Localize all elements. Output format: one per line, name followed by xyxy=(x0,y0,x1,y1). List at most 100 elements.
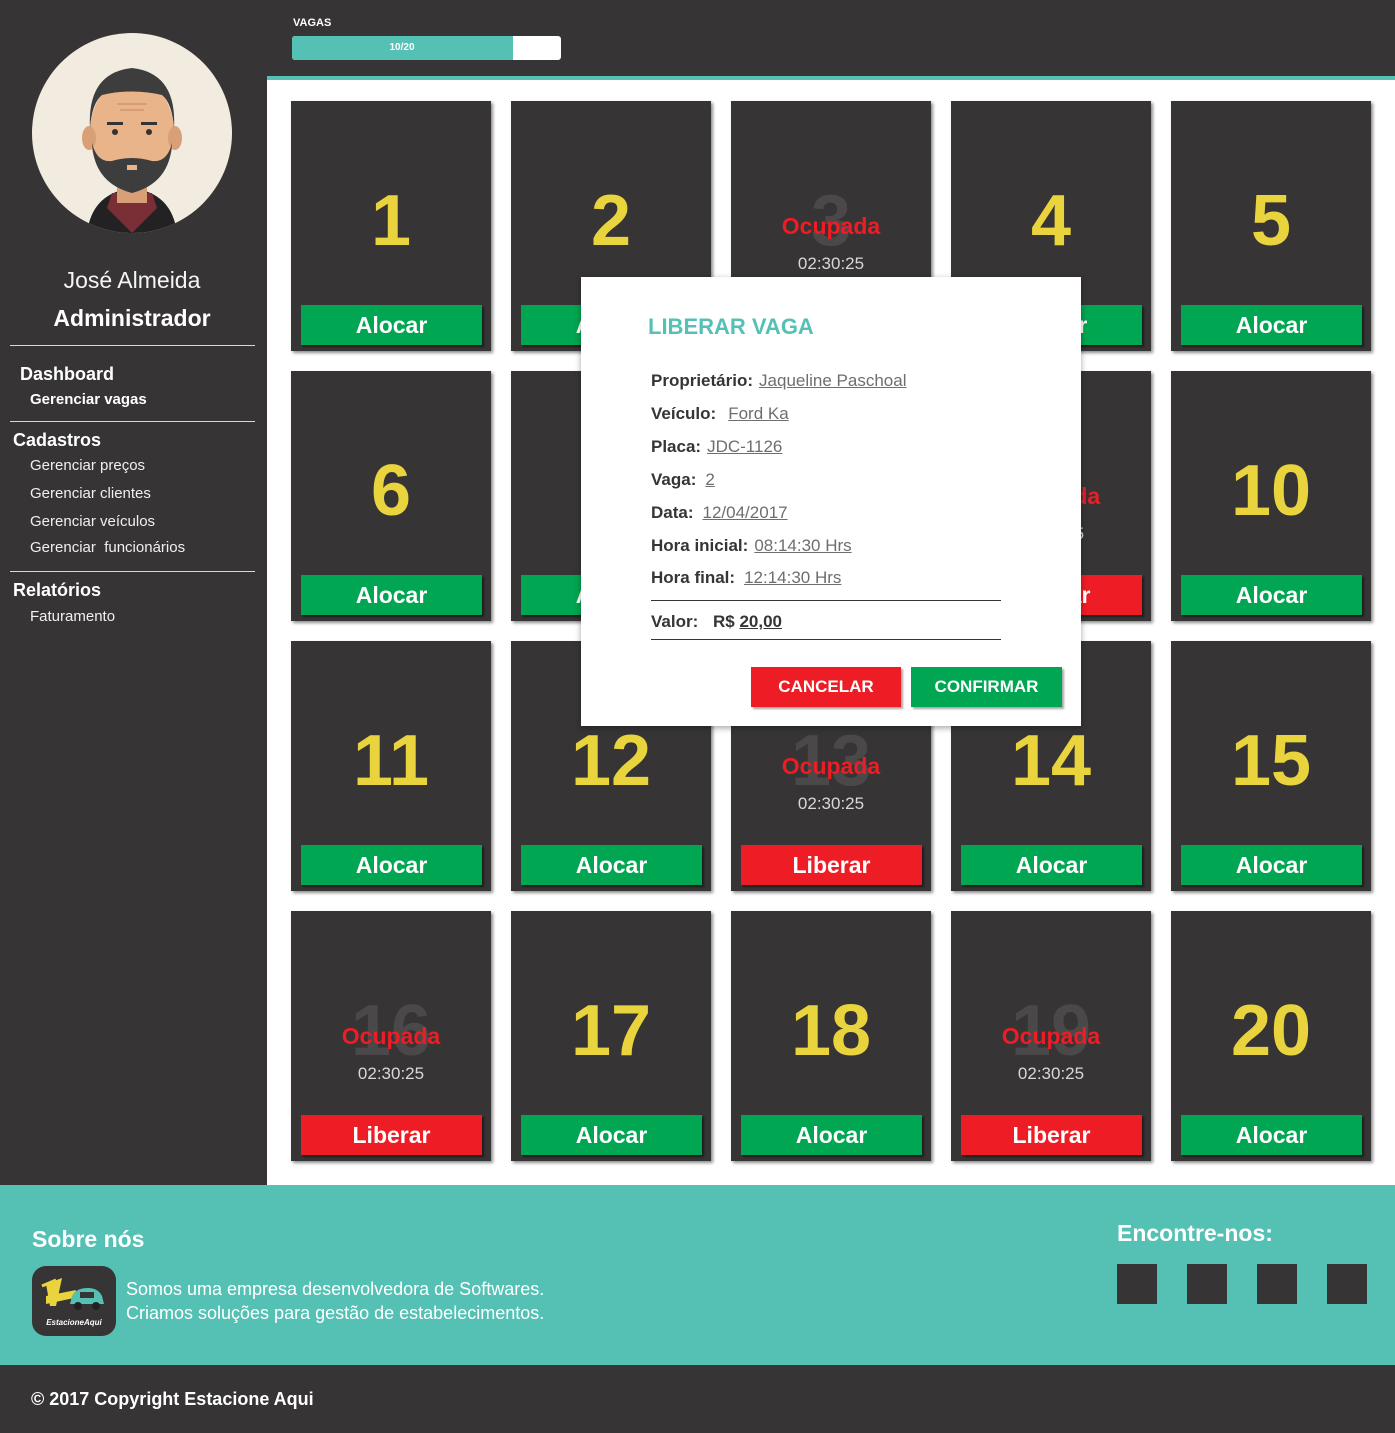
alocar-button[interactable]: Alocar xyxy=(1181,575,1362,615)
dialog-divider xyxy=(651,639,1001,640)
date-value[interactable]: 12/04/2017 xyxy=(703,503,788,522)
alocar-button[interactable]: Alocar xyxy=(521,1115,702,1155)
social-link-1[interactable] xyxy=(1117,1264,1157,1304)
parking-spot-card: 16 Ocupada 02:30:25 Liberar xyxy=(291,911,491,1161)
field-hora-final: Hora final: 12:14:30 Hrs xyxy=(651,568,841,588)
plate-value[interactable]: JDC-1126 xyxy=(707,437,782,456)
spot-elapsed-time: 02:30:25 xyxy=(357,1064,425,1083)
vehicle-value[interactable]: Ford Ka xyxy=(728,404,788,423)
spot-number: 17 xyxy=(570,991,652,1071)
liberar-vaga-dialog: LIBERAR VAGA Proprietário: Jaqueline Pasc… xyxy=(581,277,1081,726)
alocar-button[interactable]: Alocar xyxy=(961,845,1142,885)
sidebar-item-gerenciar-clientes[interactable]: Gerenciar clientes xyxy=(30,485,151,502)
alocar-button[interactable]: Alocar xyxy=(521,845,702,885)
vagas-progress-bar: 10/20 xyxy=(292,36,561,60)
alocar-button[interactable]: Alocar xyxy=(301,575,482,615)
nav-heading-dashboard[interactable]: Dashboard xyxy=(20,364,114,385)
field-label: Hora final: xyxy=(651,568,736,587)
spot-status: Ocupada xyxy=(341,1023,441,1049)
confirm-button[interactable]: CONFIRMAR xyxy=(911,667,1062,707)
alocar-button[interactable]: Alocar xyxy=(1181,305,1362,345)
currency-symbol: R$ xyxy=(712,612,735,631)
copyright-text: © 2017 Copyright Estacione Aqui xyxy=(31,1389,314,1409)
top-bar: VAGAS 10/20 xyxy=(267,0,1395,80)
parking-spot-card: 20 Alocar xyxy=(1171,911,1371,1161)
spot-number: 2 xyxy=(590,181,632,261)
spot-number: 11 xyxy=(352,721,430,801)
owner-value[interactable]: Jaqueline Paschoal xyxy=(759,371,906,390)
spot-number: 5 xyxy=(1250,181,1292,261)
parking-spot-card: 15 Alocar xyxy=(1171,641,1371,891)
find-us-title: Encontre-nos: xyxy=(1117,1220,1273,1246)
field-valor: Valor: R$ 20,00 xyxy=(651,612,782,632)
field-data: Data: 12/04/2017 xyxy=(651,503,788,523)
dialog-divider xyxy=(651,600,1001,601)
nav-heading-relatorios: Relatórios xyxy=(13,580,102,600)
liberar-button[interactable]: Liberar xyxy=(301,1115,482,1155)
spot-number: 12 xyxy=(570,721,652,801)
vagas-label: VAGAS xyxy=(293,17,332,29)
sidebar-item-gerenciar-vagas[interactable]: Gerenciar vagas xyxy=(30,391,147,408)
parking-spot-card: 6 Alocar xyxy=(291,371,491,621)
field-proprietario: Proprietário: Jaqueline Paschoal xyxy=(651,371,906,391)
user-name: José Almeida xyxy=(63,267,201,293)
about-title: Sobre nós xyxy=(32,1226,145,1252)
value-label: Valor: xyxy=(651,612,699,631)
spot-value[interactable]: 2 xyxy=(705,470,714,489)
parking-spot-card: 5 Alocar xyxy=(1171,101,1371,351)
sidebar-item-gerenciar-precos[interactable]: Gerenciar preços xyxy=(30,457,145,474)
spot-number: 4 xyxy=(1030,181,1072,261)
parking-spot-card: 19 Ocupada 02:30:25 Liberar xyxy=(951,911,1151,1161)
social-link-4[interactable] xyxy=(1327,1264,1367,1304)
vagas-progress-text: 10/20 xyxy=(389,42,415,53)
dialog-title: LIBERAR VAGA xyxy=(648,314,814,339)
value-amount: 20,00 xyxy=(739,612,782,631)
alocar-button[interactable]: Alocar xyxy=(1181,845,1362,885)
sidebar-item-gerenciar-funcionarios[interactable]: Gerenciar funcionários xyxy=(30,539,185,556)
user-role: Administrador xyxy=(53,305,211,331)
spot-elapsed-time: 02:30:25 xyxy=(797,794,865,813)
field-hora-inicial: Hora inicial: 08:14:30 Hrs xyxy=(651,536,852,556)
alocar-button[interactable]: Alocar xyxy=(301,305,482,345)
alocar-button[interactable]: Alocar xyxy=(1181,1115,1362,1155)
footer: Sobre nós EstacioneAqui Somos uma empres… xyxy=(0,1185,1395,1365)
spot-status: Ocupada xyxy=(781,753,881,779)
company-logo: EstacioneAqui xyxy=(32,1266,116,1336)
liberar-button[interactable]: Liberar xyxy=(961,1115,1142,1155)
user-avatar xyxy=(32,33,232,233)
spot-number: 1 xyxy=(370,181,412,261)
spot-status: Ocupada xyxy=(1001,1023,1101,1049)
field-label: Data: xyxy=(651,503,694,522)
sidebar-item-faturamento[interactable]: Faturamento xyxy=(30,608,115,625)
end-time-value[interactable]: 12:14:30 Hrs xyxy=(744,568,841,587)
social-link-3[interactable] xyxy=(1257,1264,1297,1304)
parking-spot-card: 11 Alocar xyxy=(291,641,491,891)
start-time-value[interactable]: 08:14:30 Hrs xyxy=(754,536,851,555)
alocar-button[interactable]: Alocar xyxy=(301,845,482,885)
cancel-button[interactable]: CANCELAR xyxy=(751,667,901,707)
parking-spot-card: 1 Alocar xyxy=(291,101,491,351)
parking-spot-card: 10 Alocar xyxy=(1171,371,1371,621)
social-link-2[interactable] xyxy=(1187,1264,1227,1304)
logo-text: EstacioneAqui xyxy=(46,1318,102,1327)
spot-number: 20 xyxy=(1230,991,1312,1071)
spot-number: 18 xyxy=(790,991,872,1071)
spot-number: 10 xyxy=(1230,451,1312,531)
sidebar-divider xyxy=(10,571,255,572)
field-label: Veículo: xyxy=(651,404,717,423)
spot-number: 6 xyxy=(370,451,412,531)
about-line-1: Somos uma empresa desenvolvedora de Soft… xyxy=(126,1279,545,1299)
field-vaga: Vaga: 2 xyxy=(651,470,715,490)
spot-elapsed-time: 02:30:25 xyxy=(1017,1064,1085,1083)
field-label: Vaga: xyxy=(651,470,697,489)
sidebar-divider xyxy=(10,421,255,422)
sidebar-divider xyxy=(10,345,255,346)
about-line-2: Criamos soluções para gestão de estabele… xyxy=(126,1303,545,1323)
field-label: Placa: xyxy=(651,437,702,456)
liberar-button[interactable]: Liberar xyxy=(741,845,922,885)
field-label: Proprietário: xyxy=(651,371,754,390)
alocar-button[interactable]: Alocar xyxy=(741,1115,922,1155)
sidebar-item-gerenciar-veiculos[interactable]: Gerenciar veículos xyxy=(30,513,155,530)
spot-status: Ocupada xyxy=(781,213,881,239)
spot-number: 15 xyxy=(1230,721,1312,801)
